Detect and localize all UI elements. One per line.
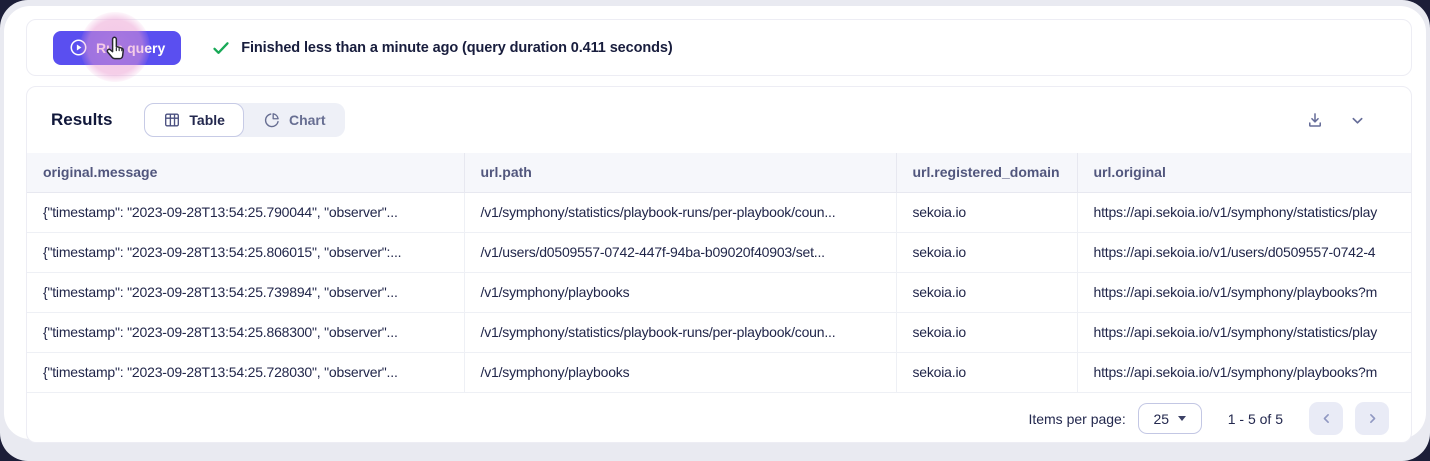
cell-message: {"timestamp": "2023-09-28T13:54:25.73989… bbox=[27, 272, 464, 312]
table-row[interactable]: {"timestamp": "2023-09-28T13:54:25.80601… bbox=[27, 232, 1411, 272]
table-header-row: original.message url.path url.registered… bbox=[27, 153, 1411, 192]
column-header-url-original: url.original bbox=[1077, 153, 1411, 192]
column-header-url-registered-domain: url.registered_domain bbox=[896, 153, 1077, 192]
run-query-label: Run query bbox=[96, 40, 165, 56]
cell-domain: sekoia.io bbox=[896, 312, 1077, 352]
table-row[interactable]: {"timestamp": "2023-09-28T13:54:25.79004… bbox=[27, 192, 1411, 232]
cell-domain: sekoia.io bbox=[896, 272, 1077, 312]
pagination-range: 1 - 5 of 5 bbox=[1228, 411, 1283, 427]
table-row[interactable]: {"timestamp": "2023-09-28T13:54:25.86830… bbox=[27, 312, 1411, 352]
collapse-results-button[interactable] bbox=[1350, 113, 1365, 128]
results-card: Results Table bbox=[26, 86, 1412, 443]
cell-original: https://api.sekoia.io/v1/symphony/playbo… bbox=[1077, 352, 1411, 392]
page-background: Run query Finished less than a minute ag… bbox=[0, 0, 1430, 461]
tab-table-label: Table bbox=[189, 112, 225, 128]
cell-path: /v1/symphony/statistics/playbook-runs/pe… bbox=[464, 192, 896, 232]
chevron-down-icon bbox=[1350, 113, 1365, 128]
table-icon bbox=[163, 111, 181, 129]
query-status-message: Finished less than a minute ago (query d… bbox=[241, 40, 672, 56]
column-header-original-message: original.message bbox=[27, 153, 464, 192]
query-status-bar: Run query Finished less than a minute ag… bbox=[26, 19, 1412, 76]
chevron-right-icon bbox=[1366, 412, 1379, 425]
cell-original: https://api.sekoia.io/v1/users/d0509557-… bbox=[1077, 232, 1411, 272]
view-toggle: Table Chart bbox=[144, 103, 344, 137]
cell-message: {"timestamp": "2023-09-28T13:54:25.72803… bbox=[27, 352, 464, 392]
cell-domain: sekoia.io bbox=[896, 352, 1077, 392]
run-query-button[interactable]: Run query bbox=[53, 31, 181, 65]
results-title: Results bbox=[51, 110, 112, 130]
check-icon bbox=[211, 38, 231, 58]
results-header: Results Table bbox=[27, 87, 1411, 153]
cell-original: https://api.sekoia.io/v1/symphony/playbo… bbox=[1077, 272, 1411, 312]
previous-page-button[interactable] bbox=[1309, 402, 1343, 435]
items-per-page-value: 25 bbox=[1153, 411, 1169, 427]
next-page-button[interactable] bbox=[1355, 402, 1389, 435]
column-header-url-path: url.path bbox=[464, 153, 896, 192]
content-panel: Run query Finished less than a minute ag… bbox=[4, 6, 1426, 439]
cell-path: /v1/users/d0509557-0742-447f-94ba-b09020… bbox=[464, 232, 896, 272]
play-circle-icon bbox=[69, 38, 88, 57]
caret-down-icon bbox=[1178, 416, 1186, 421]
cell-domain: sekoia.io bbox=[896, 192, 1077, 232]
table-row[interactable]: {"timestamp": "2023-09-28T13:54:25.73989… bbox=[27, 272, 1411, 312]
tab-chart[interactable]: Chart bbox=[244, 103, 345, 137]
download-icon bbox=[1306, 111, 1324, 129]
cell-path: /v1/symphony/playbooks bbox=[464, 272, 896, 312]
items-per-page-select[interactable]: 25 bbox=[1138, 403, 1202, 434]
cell-message: {"timestamp": "2023-09-28T13:54:25.86830… bbox=[27, 312, 464, 352]
chevron-left-icon bbox=[1320, 412, 1333, 425]
cell-message: {"timestamp": "2023-09-28T13:54:25.79004… bbox=[27, 192, 464, 232]
results-table: original.message url.path url.registered… bbox=[27, 153, 1411, 393]
cell-message: {"timestamp": "2023-09-28T13:54:25.80601… bbox=[27, 232, 464, 272]
query-status: Finished less than a minute ago (query d… bbox=[211, 38, 672, 58]
download-button[interactable] bbox=[1306, 111, 1324, 129]
tab-chart-label: Chart bbox=[289, 112, 326, 128]
pagination-bar: Items per page: 25 1 - 5 of 5 bbox=[27, 393, 1411, 444]
cell-original: https://api.sekoia.io/v1/symphony/statis… bbox=[1077, 312, 1411, 352]
items-per-page-label: Items per page: bbox=[1028, 411, 1125, 427]
pie-chart-icon bbox=[263, 111, 281, 129]
results-actions bbox=[1306, 111, 1389, 129]
cell-domain: sekoia.io bbox=[896, 232, 1077, 272]
table-row[interactable]: {"timestamp": "2023-09-28T13:54:25.72803… bbox=[27, 352, 1411, 392]
cell-path: /v1/symphony/statistics/playbook-runs/pe… bbox=[464, 312, 896, 352]
cell-original: https://api.sekoia.io/v1/symphony/statis… bbox=[1077, 192, 1411, 232]
cell-path: /v1/symphony/playbooks bbox=[464, 352, 896, 392]
tab-table[interactable]: Table bbox=[144, 103, 244, 137]
